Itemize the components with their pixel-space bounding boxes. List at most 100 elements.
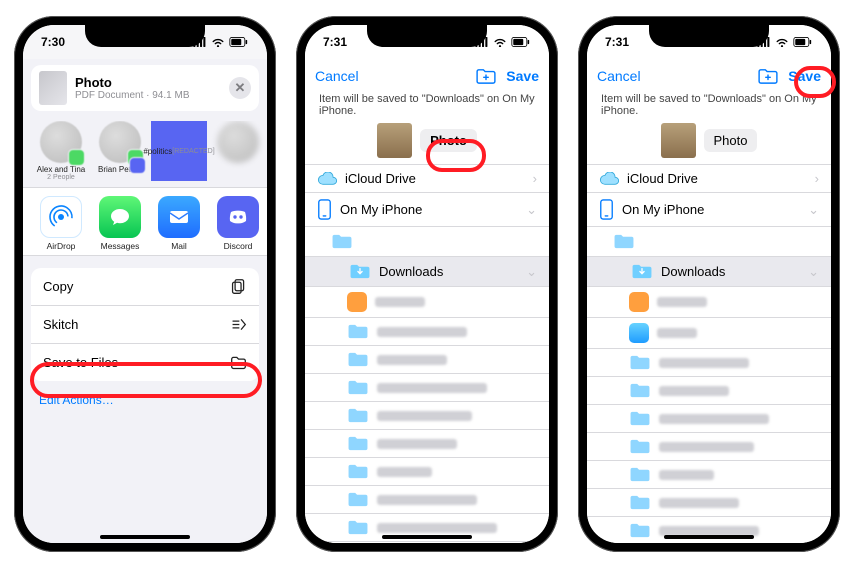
nav-bar: Cancel Save [587, 59, 831, 93]
iphone-icon [317, 199, 332, 220]
list-item[interactable] [305, 430, 549, 458]
folder-icon [331, 233, 353, 250]
location-subfolder[interactable] [305, 227, 549, 257]
notch [367, 25, 487, 47]
list-item[interactable] [305, 542, 549, 543]
phone-files-picker-save: 7:31 Cancel Save Item will be saved to "… [578, 16, 840, 552]
new-folder-icon[interactable] [758, 68, 778, 84]
location-subfolder[interactable] [587, 227, 831, 257]
location-icloud-drive[interactable]: iCloud Drive › [305, 165, 549, 193]
battery-icon [511, 37, 531, 47]
list-item[interactable] [587, 461, 831, 489]
list-item[interactable] [587, 349, 831, 377]
nav-bar: Cancel Save [305, 59, 549, 93]
airdrop-icon [40, 196, 82, 238]
close-button[interactable]: ✕ [229, 77, 251, 99]
list-item[interactable] [305, 374, 549, 402]
list-item[interactable] [587, 517, 831, 543]
home-indicator [664, 535, 754, 539]
share-contact[interactable] [210, 121, 266, 181]
file-title: Photo [75, 75, 189, 90]
action-save-to-files[interactable]: Save to Files [31, 343, 259, 381]
app-airdrop[interactable]: AirDrop [33, 196, 89, 251]
action-skitch[interactable]: Skitch [31, 305, 259, 343]
location-on-my-iphone[interactable]: On My iPhone ⌄ [587, 193, 831, 227]
phone-share-sheet: 7:30 Photo PDF Document · 94.1 MB ✕ Alex [14, 16, 276, 552]
app-discord[interactable]: Discord [210, 196, 266, 251]
folder-icon [631, 263, 653, 280]
list-item[interactable] [587, 405, 831, 433]
notch [85, 25, 205, 47]
action-copy[interactable]: Copy [31, 268, 259, 305]
filename-field[interactable]: Photo [420, 129, 477, 152]
actions-list: Copy Skitch Save to Files [31, 268, 259, 381]
discord-icon [217, 196, 259, 238]
list-item[interactable] [587, 318, 831, 349]
chevron-right-icon: › [533, 171, 537, 186]
share-contact[interactable]: Alex and Tina 2 People [33, 121, 89, 181]
battery-icon [229, 37, 249, 47]
location-icloud-drive[interactable]: iCloud Drive › [587, 165, 831, 193]
location-downloads-selected[interactable]: Downloads ⌄ [587, 257, 831, 287]
file-preview-thumb [377, 123, 412, 158]
home-indicator [100, 535, 190, 539]
battery-icon [793, 37, 813, 47]
chevron-down-icon: ⌄ [808, 202, 819, 218]
list-item[interactable] [587, 433, 831, 461]
wifi-icon [211, 37, 225, 47]
file-preview-thumb [661, 123, 696, 158]
save-button[interactable]: Save [788, 68, 821, 84]
chevron-down-icon: ⌄ [808, 264, 819, 280]
save-location-hint: Item will be saved to "Downloads" on On … [305, 93, 549, 123]
send-icon [230, 316, 247, 333]
chevron-down-icon: ⌄ [526, 264, 537, 280]
list-item[interactable] [587, 287, 831, 318]
share-contact[interactable]: #politics [REDACTED] [151, 121, 207, 181]
app-messages[interactable]: Messages [92, 196, 148, 251]
notch [649, 25, 769, 47]
list-item[interactable] [305, 458, 549, 486]
save-location-hint: Item will be saved to "Downloads" on On … [587, 93, 831, 123]
copy-icon [230, 278, 247, 295]
messages-icon [99, 196, 141, 238]
cancel-button[interactable]: Cancel [315, 68, 359, 84]
save-button[interactable]: Save [506, 68, 539, 84]
list-item[interactable] [305, 318, 549, 346]
new-folder-icon[interactable] [476, 68, 496, 84]
folder-contents [305, 287, 549, 543]
list-item[interactable] [587, 489, 831, 517]
phone-files-picker-rename: 7:31 Cancel Save Item will be saved to "… [296, 16, 558, 552]
share-contacts-row: Alex and Tina 2 People Brian Peters #pol… [23, 121, 267, 187]
app-mail[interactable]: Mail [151, 196, 207, 251]
home-indicator [382, 535, 472, 539]
location-downloads-selected[interactable]: Downloads ⌄ [305, 257, 549, 287]
share-apps-row: AirDrop Messages Mail Discord ••• [23, 187, 267, 256]
edit-actions-link[interactable]: Edit Actions… [23, 381, 267, 419]
list-item[interactable] [305, 287, 549, 318]
wifi-icon [775, 37, 789, 47]
chevron-right-icon: › [815, 171, 819, 186]
status-time: 7:31 [323, 35, 347, 49]
folder-contents [587, 287, 831, 543]
list-item[interactable] [305, 346, 549, 374]
filename-field[interactable]: Photo [704, 129, 758, 152]
iphone-icon [599, 199, 614, 220]
list-item[interactable] [305, 486, 549, 514]
mail-icon [158, 196, 200, 238]
folder-icon [349, 263, 371, 280]
wifi-icon [493, 37, 507, 47]
status-time: 7:30 [41, 35, 65, 49]
folder-icon [613, 233, 635, 250]
list-item[interactable] [587, 377, 831, 405]
cancel-button[interactable]: Cancel [597, 68, 641, 84]
list-item[interactable] [305, 402, 549, 430]
file-subtitle: PDF Document · 94.1 MB [75, 90, 189, 101]
status-time: 7:31 [605, 35, 629, 49]
cloud-icon [599, 172, 619, 186]
file-info-card: Photo PDF Document · 94.1 MB ✕ [31, 65, 259, 111]
file-thumbnail [39, 71, 67, 105]
chevron-down-icon: ⌄ [526, 202, 537, 218]
folder-icon [230, 354, 247, 371]
location-on-my-iphone[interactable]: On My iPhone ⌄ [305, 193, 549, 227]
cloud-icon [317, 172, 337, 186]
